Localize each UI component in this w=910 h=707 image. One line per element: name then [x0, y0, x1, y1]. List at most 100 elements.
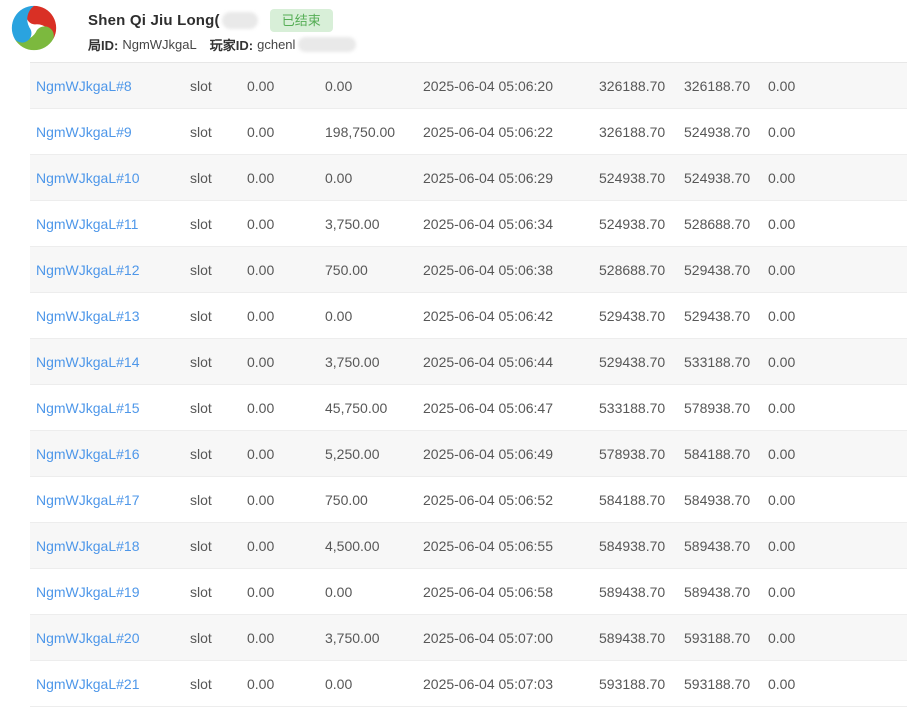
cell-balance_before: 533188.70 — [599, 400, 684, 416]
cell-amount1: 0.00 — [247, 124, 325, 140]
cell-balance_after: 529438.70 — [684, 308, 768, 324]
cell-time: 2025-06-04 05:07:00 — [423, 630, 599, 646]
cell-time: 2025-06-04 05:06:22 — [423, 124, 599, 140]
cell-balance_after: 578938.70 — [684, 400, 768, 416]
cell-amount2: 4,500.00 — [325, 538, 423, 554]
cell-amount2: 750.00 — [325, 492, 423, 508]
cell-balance_after: 524938.70 — [684, 170, 768, 186]
round-link[interactable]: NgmWJkgaL#15 — [36, 400, 190, 416]
round-link[interactable]: NgmWJkgaL#19 — [36, 584, 190, 600]
redacted-player-id — [298, 37, 356, 52]
table-row: NgmWJkgaL#8slot0.000.002025-06-04 05:06:… — [30, 63, 907, 109]
cell-balance_after: 593188.70 — [684, 676, 768, 692]
cell-amount2: 0.00 — [325, 584, 423, 600]
cell-balance_before: 584188.70 — [599, 492, 684, 508]
cell-game: slot — [190, 216, 247, 232]
table-row: NgmWJkgaL#19slot0.000.002025-06-04 05:06… — [30, 569, 907, 615]
cell-time: 2025-06-04 05:06:55 — [423, 538, 599, 554]
cell-balance_before: 589438.70 — [599, 584, 684, 600]
table-row: NgmWJkgaL#10slot0.000.002025-06-04 05:06… — [30, 155, 907, 201]
table-row: NgmWJkgaL#21slot0.000.002025-06-04 05:07… — [30, 661, 907, 707]
cell-balance_after: 584938.70 — [684, 492, 768, 508]
cell-game: slot — [190, 354, 247, 370]
cell-time: 2025-06-04 05:06:42 — [423, 308, 599, 324]
cell-amount3: 0.00 — [768, 78, 907, 94]
cell-time: 2025-06-04 05:06:58 — [423, 584, 599, 600]
cell-balance_before: 584938.70 — [599, 538, 684, 554]
cell-balance_before: 529438.70 — [599, 308, 684, 324]
cell-game: slot — [190, 308, 247, 324]
cell-amount1: 0.00 — [247, 308, 325, 324]
redacted-game-name — [222, 12, 258, 29]
cell-time: 2025-06-04 05:06:44 — [423, 354, 599, 370]
cell-amount1: 0.00 — [247, 262, 325, 278]
cell-amount3: 0.00 — [768, 354, 907, 370]
cell-amount3: 0.00 — [768, 676, 907, 692]
player-id-value: gchenl — [257, 37, 295, 52]
cell-balance_before: 326188.70 — [599, 78, 684, 94]
cell-balance_before: 529438.70 — [599, 354, 684, 370]
round-link[interactable]: NgmWJkgaL#16 — [36, 446, 190, 462]
round-link[interactable]: NgmWJkgaL#17 — [36, 492, 190, 508]
cell-balance_before: 589438.70 — [599, 630, 684, 646]
cell-amount3: 0.00 — [768, 170, 907, 186]
cell-balance_after: 589438.70 — [684, 538, 768, 554]
app-logo — [10, 4, 58, 52]
cell-time: 2025-06-04 05:06:29 — [423, 170, 599, 186]
cell-balance_after: 584188.70 — [684, 446, 768, 462]
round-link[interactable]: NgmWJkgaL#14 — [36, 354, 190, 370]
cell-balance_after: 326188.70 — [684, 78, 768, 94]
cell-balance_before: 524938.70 — [599, 170, 684, 186]
game-title: Shen Qi Jiu Long( — [88, 12, 220, 29]
cell-time: 2025-06-04 05:06:49 — [423, 446, 599, 462]
header-line1: Shen Qi Jiu Long( 已结束 — [88, 9, 356, 31]
table-row: NgmWJkgaL#11slot0.003,750.002025-06-04 0… — [30, 201, 907, 247]
round-link[interactable]: NgmWJkgaL#10 — [36, 170, 190, 186]
cell-balance_before: 528688.70 — [599, 262, 684, 278]
cell-game: slot — [190, 170, 247, 186]
cell-amount3: 0.00 — [768, 262, 907, 278]
cell-amount2: 3,750.00 — [325, 354, 423, 370]
table-row: NgmWJkgaL#9slot0.00198,750.002025-06-04 … — [30, 109, 907, 155]
cell-amount2: 3,750.00 — [325, 630, 423, 646]
round-link[interactable]: NgmWJkgaL#18 — [36, 538, 190, 554]
round-link[interactable]: NgmWJkgaL#11 — [36, 216, 190, 232]
cell-balance_before: 593188.70 — [599, 676, 684, 692]
cell-game: slot — [190, 400, 247, 416]
cell-amount3: 0.00 — [768, 446, 907, 462]
header-text: Shen Qi Jiu Long( 已结束 局ID: NgmWJkgaL 玩家I… — [88, 9, 356, 53]
cell-amount1: 0.00 — [247, 584, 325, 600]
cell-game: slot — [190, 676, 247, 692]
cell-amount1: 0.00 — [247, 78, 325, 94]
round-link[interactable]: NgmWJkgaL#8 — [36, 78, 190, 94]
cell-amount1: 0.00 — [247, 446, 325, 462]
cell-game: slot — [190, 584, 247, 600]
table-row: NgmWJkgaL#13slot0.000.002025-06-04 05:06… — [30, 293, 907, 339]
cell-balance_after: 528688.70 — [684, 216, 768, 232]
cell-amount2: 3,750.00 — [325, 216, 423, 232]
cell-amount1: 0.00 — [247, 676, 325, 692]
cell-balance_before: 578938.70 — [599, 446, 684, 462]
cell-amount2: 0.00 — [325, 308, 423, 324]
cell-balance_before: 524938.70 — [599, 216, 684, 232]
player-id-label: 玩家ID: — [210, 35, 253, 54]
cell-game: slot — [190, 124, 247, 140]
table-row: NgmWJkgaL#18slot0.004,500.002025-06-04 0… — [30, 523, 907, 569]
cell-amount3: 0.00 — [768, 308, 907, 324]
round-link[interactable]: NgmWJkgaL#13 — [36, 308, 190, 324]
round-link[interactable]: NgmWJkgaL#12 — [36, 262, 190, 278]
cell-balance_after: 589438.70 — [684, 584, 768, 600]
cell-balance_after: 529438.70 — [684, 262, 768, 278]
cell-game: slot — [190, 492, 247, 508]
round-link[interactable]: NgmWJkgaL#20 — [36, 630, 190, 646]
round-link[interactable]: NgmWJkgaL#9 — [36, 124, 190, 140]
cell-time: 2025-06-04 05:06:20 — [423, 78, 599, 94]
table-row: NgmWJkgaL#15slot0.0045,750.002025-06-04 … — [30, 385, 907, 431]
table-row: NgmWJkgaL#16slot0.005,250.002025-06-04 0… — [30, 431, 907, 477]
cell-time: 2025-06-04 05:06:38 — [423, 262, 599, 278]
round-link[interactable]: NgmWJkgaL#21 — [36, 676, 190, 692]
status-badge: 已结束 — [270, 9, 333, 32]
round-id-value: NgmWJkgaL — [122, 37, 196, 52]
cell-amount3: 0.00 — [768, 538, 907, 554]
cell-amount3: 0.00 — [768, 216, 907, 232]
